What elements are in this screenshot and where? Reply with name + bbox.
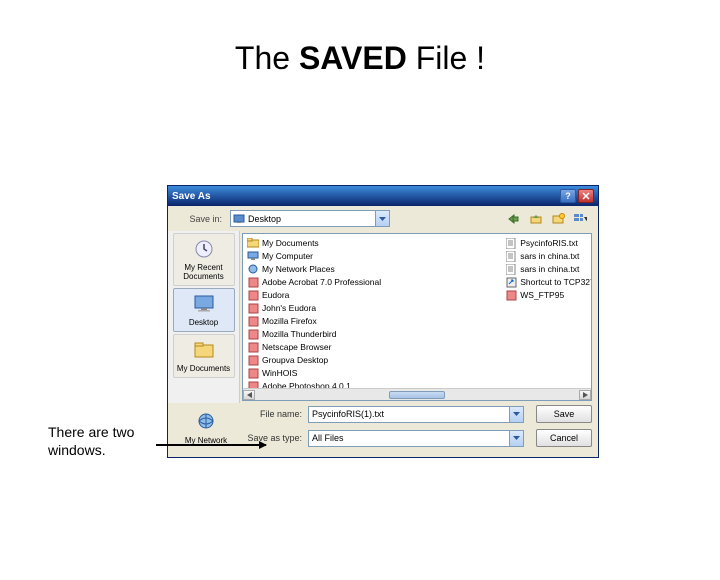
desktop-icon (233, 214, 245, 224)
filename-input[interactable]: PsycinfoRIS(1).txt (308, 406, 524, 423)
file-name: Eudora (262, 289, 289, 301)
filetype-select[interactable]: All Files (308, 430, 524, 447)
chevron-down-icon[interactable] (375, 211, 389, 226)
chevron-down-icon[interactable] (509, 431, 523, 446)
file-name: Groupva Desktop (262, 354, 328, 366)
horizontal-scrollbar[interactable] (243, 388, 591, 400)
place-mydocs[interactable]: My Documents (173, 334, 235, 378)
file-item[interactable]: sars in china.txt (505, 250, 592, 262)
recent-icon (191, 238, 217, 260)
file-name: Mozilla Firefox (262, 315, 317, 327)
file-type-icon (505, 263, 517, 275)
file-item[interactable]: Netscape Browser (247, 341, 495, 353)
file-item[interactable]: Adobe Acrobat 7.0 Professional (247, 276, 495, 288)
up-icon[interactable] (528, 211, 544, 227)
savein-toolbar: Save in: Desktop (168, 206, 598, 231)
file-name: Shortcut to TCP3270 B (520, 276, 592, 288)
file-item[interactable]: WS_FTP95 (505, 289, 592, 301)
savein-value: Desktop (248, 214, 281, 224)
file-type-icon (247, 250, 259, 262)
file-name: Mozilla Thunderbird (262, 328, 337, 340)
file-type-icon (505, 289, 517, 301)
filename-value: PsycinfoRIS(1).txt (312, 409, 384, 419)
dialog-title: Save As (172, 191, 211, 202)
file-type-icon (247, 354, 259, 366)
places-bar: My Recent Documents Desktop My Documents (168, 231, 240, 403)
file-type-icon (505, 250, 517, 262)
close-icon (582, 192, 590, 200)
file-item[interactable]: WinHOIS (247, 367, 495, 379)
save-as-dialog: Save As ? Save in: Desktop My Recent Doc… (167, 185, 599, 458)
desktop-place-icon (191, 293, 217, 315)
savein-select[interactable]: Desktop (230, 210, 390, 227)
bottom-area: My Network File name: PsycinfoRIS(1).txt… (168, 403, 598, 457)
filetype-label: Save as type: (242, 433, 302, 443)
mydocs-icon (191, 339, 217, 361)
file-name: John's Eudora (262, 302, 316, 314)
file-item[interactable]: My Computer (247, 250, 495, 262)
file-name: sars in china.txt (520, 263, 579, 275)
file-type-icon (247, 341, 259, 353)
back-icon[interactable] (506, 211, 522, 227)
filename-label: File name: (242, 409, 302, 419)
file-item[interactable]: Groupva Desktop (247, 354, 495, 366)
file-name: PsycinfoRIS.txt (520, 237, 578, 249)
file-item[interactable]: PsycinfoRIS.txt (505, 237, 592, 249)
file-type-icon (247, 289, 259, 301)
file-name: Adobe Acrobat 7.0 Professional (262, 276, 381, 288)
file-item[interactable]: My Network Places (247, 263, 495, 275)
title-bold: SAVED (299, 40, 407, 76)
file-name: My Documents (262, 237, 319, 249)
slide-title: The SAVED File ! (0, 40, 720, 77)
file-type-icon (505, 276, 517, 288)
file-type-icon (247, 315, 259, 327)
annotation-arrow (156, 444, 266, 446)
new-folder-icon[interactable] (550, 211, 566, 227)
help-button[interactable]: ? (560, 189, 576, 203)
file-name: WS_FTP95 (520, 289, 564, 301)
place-label: Desktop (189, 318, 218, 327)
file-type-icon (247, 263, 259, 275)
body-area: My Recent Documents Desktop My Documents… (168, 231, 598, 403)
file-list[interactable]: My DocumentsMy ComputerMy Network Places… (242, 233, 592, 401)
place-label: My Recent Documents (175, 263, 233, 281)
file-name: Netscape Browser (262, 341, 331, 353)
scroll-left-button[interactable] (243, 390, 255, 400)
file-name: My Computer (262, 250, 313, 262)
chevron-down-icon[interactable] (509, 407, 523, 422)
titlebar[interactable]: Save As ? (168, 186, 598, 206)
file-type-icon (247, 237, 259, 249)
file-name: sars in china.txt (520, 250, 579, 262)
savein-label: Save in: (174, 214, 226, 224)
file-type-icon (505, 237, 517, 249)
annotation-text: There are two windows. (48, 423, 158, 459)
file-type-icon (247, 302, 259, 314)
close-button[interactable] (578, 189, 594, 203)
file-item[interactable]: John's Eudora (247, 302, 495, 314)
file-name: My Network Places (262, 263, 335, 275)
file-item[interactable]: sars in china.txt (505, 263, 592, 275)
place-network[interactable]: My Network (175, 407, 237, 449)
views-icon[interactable] (572, 211, 588, 227)
network-icon (193, 411, 219, 433)
file-type-icon (247, 328, 259, 340)
scroll-thumb[interactable] (389, 391, 445, 399)
title-post: File ! (407, 40, 485, 76)
place-desktop[interactable]: Desktop (173, 288, 235, 332)
file-type-icon (247, 367, 259, 379)
filetype-value: All Files (312, 433, 344, 443)
file-item[interactable]: Shortcut to TCP3270 B (505, 276, 592, 288)
file-item[interactable]: Mozilla Firefox (247, 315, 495, 327)
save-button[interactable]: Save (536, 405, 592, 423)
place-label: My Documents (177, 364, 230, 373)
scroll-right-button[interactable] (579, 390, 591, 400)
file-type-icon (247, 276, 259, 288)
file-item[interactable]: Eudora (247, 289, 495, 301)
cancel-button[interactable]: Cancel (536, 429, 592, 447)
file-item[interactable]: Mozilla Thunderbird (247, 328, 495, 340)
title-pre: The (235, 40, 299, 76)
place-recent[interactable]: My Recent Documents (173, 233, 235, 286)
file-item[interactable]: My Documents (247, 237, 495, 249)
file-name: WinHOIS (262, 367, 297, 379)
